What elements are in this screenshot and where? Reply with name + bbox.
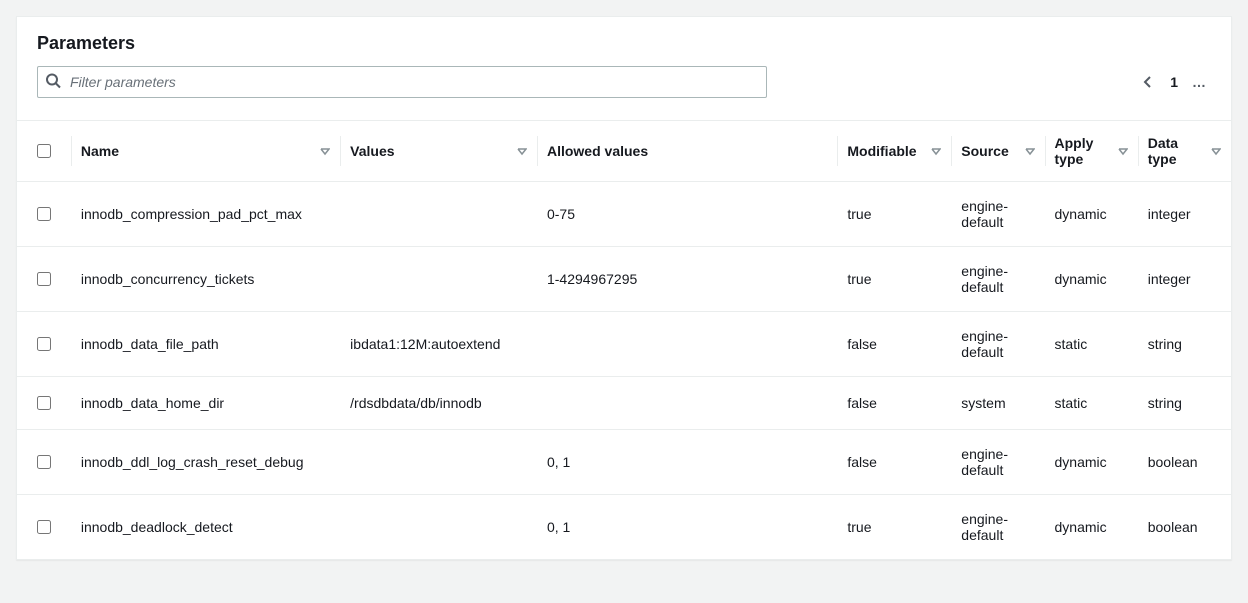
cell-source: engine-default: [951, 247, 1044, 312]
cell-source: engine-default: [951, 495, 1044, 560]
cell-modifiable: false: [837, 430, 951, 495]
cell-name: innodb_deadlock_detect: [71, 495, 340, 560]
column-label: Values: [350, 143, 394, 159]
column-label: Data type: [1148, 135, 1205, 167]
row-select-cell: [17, 182, 71, 247]
cell-allowed: 0, 1: [537, 495, 837, 560]
cell-allowed: [537, 312, 837, 377]
table-row: innodb_data_home_dir/rdsdbdata/db/innodb…: [17, 377, 1231, 430]
cell-source: engine-default: [951, 182, 1044, 247]
row-select-cell: [17, 430, 71, 495]
filter-input[interactable]: [37, 66, 767, 98]
row-select-cell: [17, 247, 71, 312]
sort-icon: [1211, 146, 1221, 156]
column-header-allowed[interactable]: Allowed values: [537, 121, 837, 182]
cell-apply-type: dynamic: [1045, 182, 1138, 247]
table-row: innodb_ddl_log_crash_reset_debug 0, 1fals…: [17, 430, 1231, 495]
prev-page-button[interactable]: [1140, 74, 1156, 90]
pagination: 1 …: [1140, 74, 1211, 90]
cell-source: system: [951, 377, 1044, 430]
sort-icon: [1118, 146, 1128, 156]
sort-icon: [320, 146, 330, 156]
cell-values: [340, 430, 537, 495]
cell-apply-type: dynamic: [1045, 247, 1138, 312]
cell-apply-type: dynamic: [1045, 430, 1138, 495]
row-select-checkbox[interactable]: [37, 207, 51, 221]
cell-values: [340, 247, 537, 312]
table-header-row: Name Values: [17, 121, 1231, 182]
column-header-modifiable[interactable]: Modifiable: [837, 121, 951, 182]
table-row: innodb_deadlock_detect 0, 1trueengine-def…: [17, 495, 1231, 560]
cell-allowed: [537, 377, 837, 430]
cell-modifiable: true: [837, 247, 951, 312]
cell-modifiable: false: [837, 312, 951, 377]
parameters-table: Name Values: [17, 121, 1231, 559]
column-label: Name: [81, 143, 119, 159]
cell-data-type: string: [1138, 377, 1231, 430]
select-all-checkbox[interactable]: [37, 144, 51, 158]
cell-apply-type: dynamic: [1045, 495, 1138, 560]
row-select-checkbox[interactable]: [37, 396, 51, 410]
chevron-left-icon: [1140, 74, 1156, 90]
row-select-cell: [17, 312, 71, 377]
row-select-checkbox[interactable]: [37, 272, 51, 286]
cell-name: innodb_data_home_dir: [71, 377, 340, 430]
column-header-data-type[interactable]: Data type: [1138, 121, 1231, 182]
cell-apply-type: static: [1045, 377, 1138, 430]
cell-name: innodb_compression_pad_pct_max: [71, 182, 340, 247]
column-label: Allowed values: [547, 143, 648, 159]
column-header-apply-type[interactable]: Apply type: [1045, 121, 1138, 182]
row-select-checkbox[interactable]: [37, 337, 51, 351]
cell-values: [340, 495, 537, 560]
more-pages-icon: …: [1192, 74, 1207, 90]
column-label: Apply type: [1055, 135, 1112, 167]
search-wrap: [37, 66, 767, 98]
cell-modifiable: true: [837, 182, 951, 247]
column-header-source[interactable]: Source: [951, 121, 1044, 182]
page-number: 1: [1170, 74, 1178, 90]
toolbar: 1 …: [37, 66, 1211, 110]
sort-icon: [1025, 146, 1035, 156]
row-select-checkbox[interactable]: [37, 520, 51, 534]
column-header-name[interactable]: Name: [71, 121, 340, 182]
cell-data-type: boolean: [1138, 495, 1231, 560]
row-select-cell: [17, 377, 71, 430]
cell-data-type: integer: [1138, 182, 1231, 247]
cell-data-type: boolean: [1138, 430, 1231, 495]
table-row: innodb_compression_pad_pct_max 0-75trueen…: [17, 182, 1231, 247]
parameters-panel: Parameters 1 …: [16, 16, 1232, 560]
cell-name: innodb_concurrency_tickets: [71, 247, 340, 312]
cell-values: ibdata1:12M:autoextend: [340, 312, 537, 377]
table-row: innodb_concurrency_tickets 1-4294967295tr…: [17, 247, 1231, 312]
cell-values: /rdsdbdata/db/innodb: [340, 377, 537, 430]
table-row: innodb_data_file_pathibdata1:12M:autoext…: [17, 312, 1231, 377]
cell-allowed: 0-75: [537, 182, 837, 247]
cell-name: innodb_ddl_log_crash_reset_debug: [71, 430, 340, 495]
row-select-checkbox[interactable]: [37, 455, 51, 469]
column-header-select: [17, 121, 71, 182]
cell-name: innodb_data_file_path: [71, 312, 340, 377]
cell-modifiable: true: [837, 495, 951, 560]
cell-source: engine-default: [951, 312, 1044, 377]
cell-allowed: 0, 1: [537, 430, 837, 495]
column-label: Source: [961, 143, 1008, 159]
cell-data-type: integer: [1138, 247, 1231, 312]
row-select-cell: [17, 495, 71, 560]
sort-icon: [517, 146, 527, 156]
cell-source: engine-default: [951, 430, 1044, 495]
column-header-values[interactable]: Values: [340, 121, 537, 182]
cell-allowed: 1-4294967295: [537, 247, 837, 312]
cell-data-type: string: [1138, 312, 1231, 377]
table-scroll[interactable]: Name Values: [17, 120, 1231, 559]
panel-title: Parameters: [37, 33, 1211, 54]
cell-apply-type: static: [1045, 312, 1138, 377]
sort-icon: [931, 146, 941, 156]
column-label: Modifiable: [847, 143, 916, 159]
cell-modifiable: false: [837, 377, 951, 430]
cell-values: [340, 182, 537, 247]
panel-header: Parameters 1 …: [17, 17, 1231, 120]
